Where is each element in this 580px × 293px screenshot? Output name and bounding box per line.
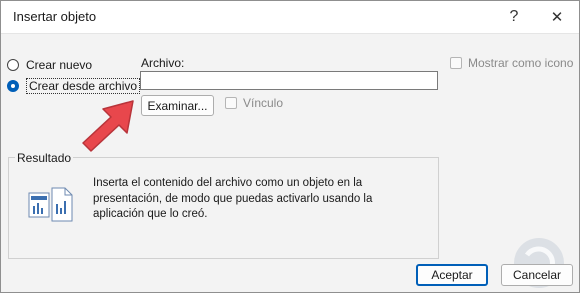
radio-crear-desde-archivo-label[interactable]: Crear desde archivo xyxy=(26,78,141,94)
help-button[interactable]: ? xyxy=(494,1,534,33)
accept-button[interactable]: Aceptar xyxy=(416,264,488,286)
mostrar-icono-checkbox-box[interactable] xyxy=(450,57,462,69)
vinculo-checkbox[interactable]: Vínculo xyxy=(225,96,283,110)
document-chart-icon xyxy=(28,187,73,222)
close-button[interactable]: ✕ xyxy=(537,1,577,33)
radio-crear-desde-archivo-circle[interactable] xyxy=(7,80,19,92)
archivo-label: Archivo: xyxy=(141,56,185,70)
red-arrow-icon xyxy=(82,100,134,152)
insert-object-dialog: Insertar objeto ? ✕ Crear nuevo Crear de… xyxy=(0,0,580,293)
cancel-button[interactable]: Cancelar xyxy=(501,264,573,286)
title-bar: Insertar objeto ? ✕ xyxy=(1,1,579,34)
mostrar-icono-label: Mostrar como icono xyxy=(468,56,574,70)
vinculo-label: Vínculo xyxy=(243,96,284,110)
vinculo-checkbox-box[interactable] xyxy=(225,97,237,109)
dialog-title: Insertar objeto xyxy=(13,9,97,24)
resultado-label: Resultado xyxy=(15,151,74,165)
mostrar-icono-checkbox[interactable]: Mostrar como icono xyxy=(450,56,573,70)
file-path-input[interactable] xyxy=(140,71,438,90)
radio-crear-nuevo-label[interactable]: Crear nuevo xyxy=(26,58,92,72)
radio-crear-nuevo[interactable]: Crear nuevo xyxy=(7,58,92,72)
radio-crear-nuevo-circle[interactable] xyxy=(7,59,19,71)
browse-button[interactable]: Examinar... xyxy=(141,95,214,116)
resultado-description: Inserta el contenido del archivo como un… xyxy=(93,177,373,220)
radio-crear-desde-archivo[interactable]: Crear desde archivo xyxy=(7,78,141,94)
